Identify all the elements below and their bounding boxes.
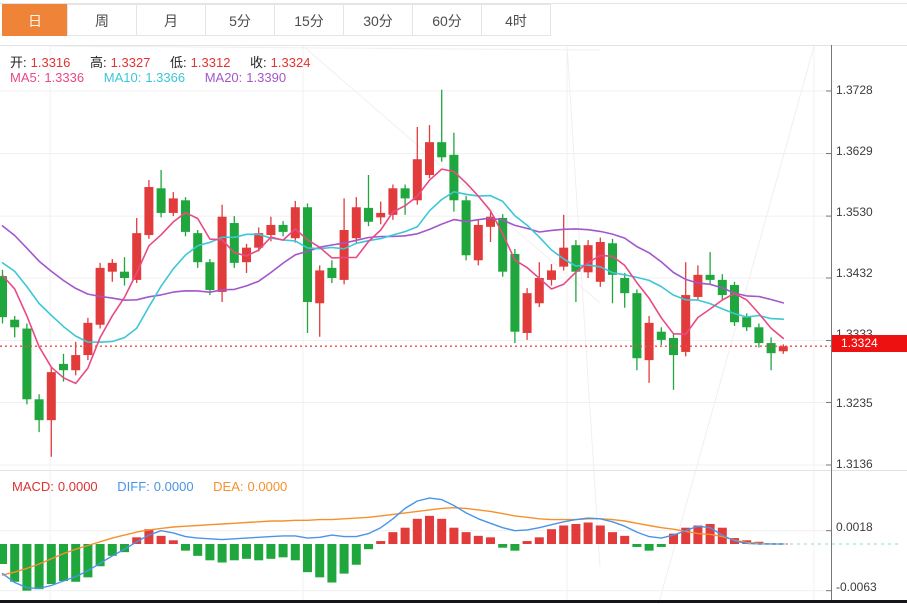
tab-day[interactable]: 日: [2, 4, 68, 36]
tab-month[interactable]: 月: [136, 4, 206, 36]
tab-week[interactable]: 周: [67, 4, 137, 36]
macd-axis-label: -0.0063: [836, 580, 904, 594]
price-axis-label: 1.3629: [836, 144, 904, 158]
price-axis-label: 1.3235: [836, 396, 904, 410]
last-price-tag: 1.3324: [832, 335, 907, 352]
trading-chart-app: 日 周 月 5分 15分 30分 60分 4时 开:1.3316 高:1.332…: [0, 0, 907, 604]
axis-layer: [0, 45, 907, 601]
macd-axis-label: 0.0018: [836, 520, 904, 534]
price-axis-label: 1.3728: [836, 83, 904, 97]
price-axis-label: 1.3136: [836, 457, 904, 471]
tab-30min[interactable]: 30分: [343, 4, 413, 36]
macd-layer: [0, 498, 898, 591]
bottom-border: [0, 600, 907, 603]
tab-5min[interactable]: 5分: [205, 4, 275, 36]
candles-layer: [0, 90, 788, 457]
tab-4hour[interactable]: 4时: [481, 4, 551, 36]
price-axis-label: 1.3432: [836, 266, 904, 280]
timeframe-tabbar: 日 周 月 5分 15分 30分 60分 4时: [2, 4, 551, 38]
candlestick-macd-chart[interactable]: [0, 0, 907, 604]
tab-60min[interactable]: 60分: [412, 4, 482, 36]
price-axis-label: 1.3530: [836, 205, 904, 219]
tab-15min[interactable]: 15分: [274, 4, 344, 36]
